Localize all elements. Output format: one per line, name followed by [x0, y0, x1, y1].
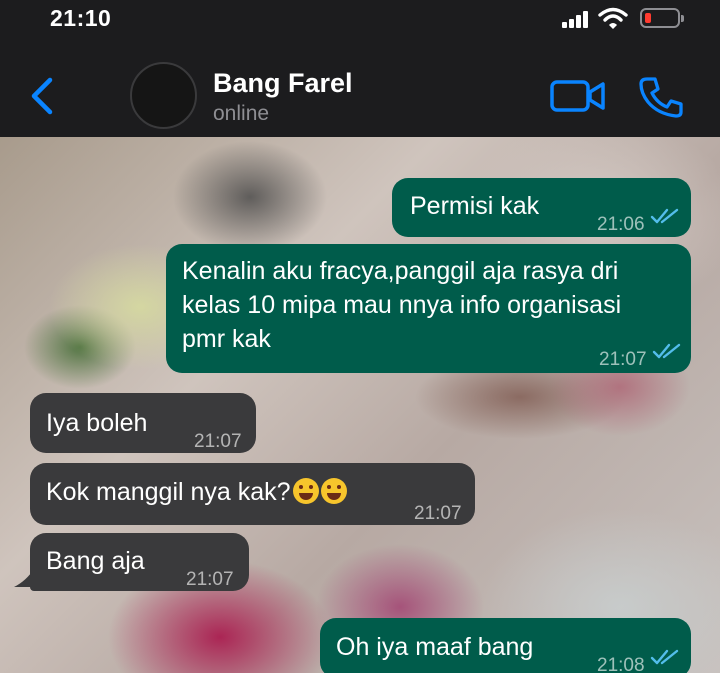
- chat-header: Bang Farel online: [0, 40, 720, 137]
- message-text: Bang aja: [46, 547, 145, 575]
- message-text: Permisi kak: [410, 192, 540, 220]
- message-text: Oh iya maaf bang: [336, 633, 534, 661]
- avatar[interactable]: [130, 62, 197, 129]
- message-time: 21:07: [599, 349, 647, 370]
- message-time: 21:06: [597, 214, 645, 235]
- double-check-icon: [652, 343, 681, 359]
- chat-background: Permisi kak 21:06 Kenalin aku fracya,pan…: [0, 137, 720, 673]
- contact-name[interactable]: Bang Farel: [213, 68, 353, 99]
- double-check-icon: [650, 649, 679, 665]
- status-time: 21:10: [50, 5, 112, 31]
- message-text-line: kelas 10 mipa mau nnya info organisasi: [182, 291, 622, 319]
- battery-low-icon: [640, 8, 684, 28]
- video-camera-icon: [550, 80, 605, 112]
- message-time: 21:07: [414, 503, 462, 524]
- message-text-line: pmr kak: [182, 325, 271, 353]
- status-bar: 21:10: [0, 0, 720, 40]
- message-time: 21:08: [597, 655, 645, 673]
- rofl-emoji: [320, 478, 347, 504]
- phone-icon: [639, 77, 683, 118]
- voice-call-button[interactable]: [638, 76, 684, 118]
- back-button[interactable]: [24, 74, 64, 118]
- message-time: 21:07: [186, 569, 234, 590]
- message-bubble-outgoing[interactable]: Oh iya maaf bang 21:08: [320, 618, 691, 673]
- message-text: Kok manggil nya kak?: [46, 474, 347, 511]
- contact-status: online: [213, 102, 270, 125]
- message-bubble-outgoing[interactable]: Kenalin aku fracya,panggil aja rasya dri…: [166, 244, 691, 373]
- message-bubble-outgoing[interactable]: Permisi kak 21:06: [392, 178, 691, 237]
- video-call-button[interactable]: [550, 78, 606, 114]
- double-check-icon: [650, 208, 679, 224]
- message-bubble-incoming[interactable]: Iya boleh 21:07: [30, 393, 256, 453]
- message-time: 21:07: [194, 431, 242, 452]
- message-bubble-incoming[interactable]: Bang aja 21:07: [30, 533, 249, 591]
- message-text-content: Kok manggil nya kak?: [46, 478, 291, 506]
- grinning-sweat-emoji: [292, 478, 319, 504]
- chevron-left-icon: [31, 77, 53, 115]
- message-text: Iya boleh: [46, 409, 148, 437]
- wifi-icon: [598, 7, 628, 29]
- signal-bars-icon: [562, 10, 592, 28]
- message-bubble-incoming[interactable]: Kok manggil nya kak? 21:07: [30, 463, 475, 525]
- message-text-line: Kenalin aku fracya,panggil aja rasya dri: [182, 257, 619, 285]
